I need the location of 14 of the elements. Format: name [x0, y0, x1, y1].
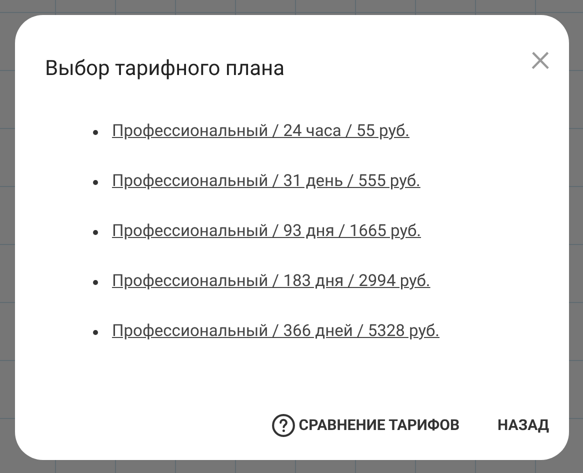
back-button[interactable]: НАЗАД [498, 414, 549, 437]
compare-button[interactable]: СРАВНЕНИЕ ТАРИФОВ [270, 413, 460, 438]
plan-link[interactable]: Профессиональный / 31 день / 555 руб. [112, 171, 420, 193]
plan-link[interactable]: Профессиональный / 183 дня / 2994 руб. [112, 271, 430, 293]
dialog-title: Выбор тарифного плана [45, 56, 285, 83]
bullet-icon [93, 130, 98, 134]
plan-link[interactable]: Профессиональный / 93 дня / 1665 руб. [112, 221, 422, 243]
plan-link[interactable]: Профессиональный / 366 дней / 5328 руб. [112, 321, 440, 343]
help-icon [270, 413, 296, 438]
bullet-icon [93, 330, 98, 334]
bullet-icon [93, 280, 98, 284]
bullet-icon [93, 230, 98, 234]
plan-link[interactable]: Профессиональный / 24 часа / 55 руб. [112, 121, 410, 143]
bullet-icon [93, 180, 98, 184]
